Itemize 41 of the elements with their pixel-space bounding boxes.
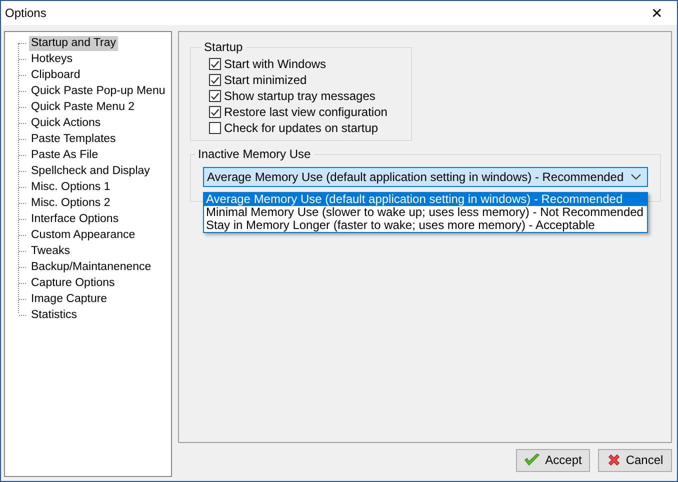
tree-item[interactable]: Interface Options (29, 212, 121, 226)
tree-item[interactable]: Quick Paste Menu 2 (29, 100, 137, 114)
checkbox[interactable] (209, 106, 221, 118)
tree-item[interactable]: Spellcheck and Display (29, 164, 152, 178)
chevron-down-icon (631, 174, 641, 180)
dropdown-option[interactable]: Stay in Memory Longer (faster to wake; uses more memory) - Acceptable (204, 219, 647, 232)
checkbox[interactable] (209, 74, 221, 86)
tree-item[interactable]: Backup/Maintanenence (29, 260, 154, 274)
tree-item[interactable]: Image Capture (29, 292, 110, 306)
tree-item[interactable]: Tweaks (29, 244, 72, 258)
accept-button[interactable]: Accept (516, 448, 590, 472)
checkbox-label: Start minimized (224, 73, 307, 87)
tree-item[interactable]: Quick Actions (29, 116, 103, 130)
checkmark-icon (524, 453, 540, 467)
group-title: Startup (203, 40, 244, 54)
checkbox[interactable] (209, 122, 221, 134)
checkbox[interactable] (209, 58, 221, 70)
checkbox-label: Show startup tray messages (224, 89, 376, 103)
tree-item[interactable]: Paste Templates (29, 132, 118, 146)
tree-item[interactable]: Hotkeys (29, 52, 75, 66)
tree-item[interactable]: Statistics (29, 308, 80, 322)
tree-item[interactable]: Startup and Tray (29, 36, 118, 50)
window-title: Options (5, 6, 46, 20)
memory-dropdown[interactable]: Average Memory Use (default application setting in windows) - Recommended (203, 167, 648, 187)
tree-item[interactable]: Capture Options (29, 276, 117, 290)
cross-icon (606, 453, 621, 467)
checkbox-label: Start with Windows (224, 57, 326, 71)
checkbox-label: Check for updates on startup (224, 121, 378, 135)
checkbox[interactable] (209, 90, 221, 102)
tree-item[interactable]: Misc. Options 1 (29, 180, 112, 194)
group-title: Inactive Memory Use (197, 147, 312, 161)
cancel-button[interactable]: Cancel (598, 448, 672, 472)
tree-item[interactable]: Paste As File (29, 148, 100, 162)
tree-item[interactable]: Misc. Options 2 (29, 196, 112, 210)
checkbox-label: Restore last view configuration (224, 105, 388, 119)
tree-item[interactable]: Custom Appearance (29, 228, 138, 242)
tree-item[interactable]: Clipboard (29, 68, 82, 82)
dropdown-option[interactable]: Average Memory Use (default application setting in windows) - Recommended (204, 193, 647, 206)
dropdown-option[interactable]: Minimal Memory Use (slower to wake up; uses less memory) - Not Recommended (204, 206, 647, 219)
tree-item[interactable]: Quick Paste Pop-up Menu (29, 84, 168, 98)
close-button[interactable]: ✕ (637, 1, 677, 25)
